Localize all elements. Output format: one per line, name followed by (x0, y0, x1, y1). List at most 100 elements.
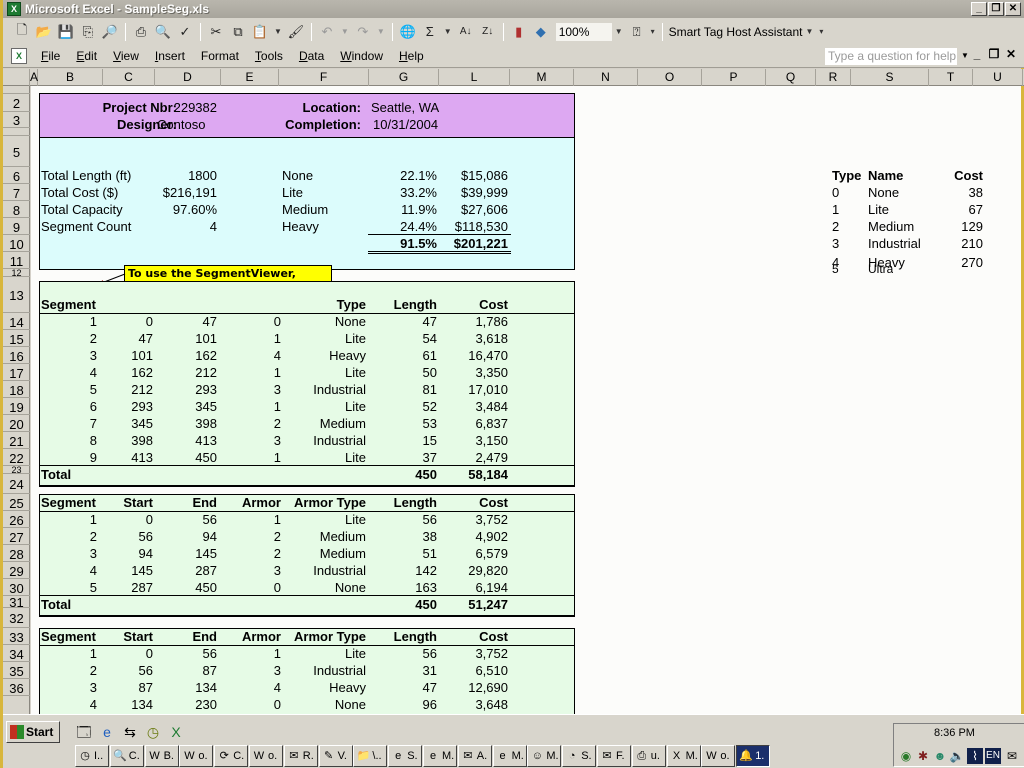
table-cell-length[interactable]: 163 (371, 579, 437, 596)
menu-help[interactable]: Help (391, 49, 432, 63)
excel-doc-icon[interactable]: X (167, 723, 185, 741)
column-header-t[interactable]: T (929, 69, 973, 86)
column-header-e[interactable]: E (221, 69, 279, 86)
taskbar-button-visio-app[interactable]: ✎ V. (318, 745, 353, 767)
mail-icon[interactable]: ✉ (1004, 748, 1020, 764)
table-cell-end[interactable]: 47 (161, 313, 217, 330)
toolbar-options-icon[interactable]: ▾ (819, 27, 823, 36)
table-cell-length[interactable]: 50 (371, 364, 437, 381)
table-cell-armor-type[interactable]: Medium (281, 528, 366, 545)
taskbar-button-sync-app[interactable]: ⟳ C. (214, 745, 249, 767)
lookup-cost[interactable] (931, 264, 983, 274)
menu-tools[interactable]: Tools (247, 49, 291, 63)
research-icon[interactable]: 🔎 (101, 23, 119, 41)
column-header-o[interactable]: O (638, 69, 702, 86)
lookup-type[interactable]: 3 (832, 235, 839, 252)
row-header[interactable]: 8 (3, 201, 30, 218)
row-header[interactable]: 17 (3, 364, 30, 381)
table-cell-segment[interactable]: 4 (41, 364, 97, 381)
table-cell-end[interactable]: 450 (161, 449, 217, 466)
open-icon[interactable]: 📂 (35, 23, 53, 41)
table-cell-cost[interactable]: 6,510 (441, 662, 508, 679)
table-cell-cost[interactable]: 17,010 (441, 381, 508, 398)
lookup-name[interactable]: Industrial (868, 235, 921, 252)
smart-tag-host-assistant[interactable]: Smart Tag Host Assistant (669, 25, 803, 39)
table-cell-start[interactable]: 134 (91, 696, 153, 713)
table-cell-armor-type[interactable]: None (281, 313, 366, 330)
table-cell-segment[interactable]: 4 (41, 696, 97, 713)
table-cell-segment[interactable]: 1 (41, 511, 97, 528)
select-all-corner[interactable] (3, 69, 30, 86)
row-header[interactable]: 14 (3, 313, 30, 330)
table-cell-end[interactable]: 345 (161, 398, 217, 415)
row-header[interactable]: 19 (3, 398, 30, 415)
armor-percent[interactable]: 24.4% (371, 218, 437, 235)
armor-percent[interactable]: 11.9% (371, 201, 437, 218)
armor-cost[interactable]: $15,086 (441, 167, 508, 184)
workbook-close-button[interactable]: ✕ (1003, 48, 1019, 63)
network-icon[interactable]: ◉ (898, 748, 914, 764)
taskbar-button-word-doc[interactable]: Wo. (179, 745, 214, 767)
new-icon[interactable]: 🗋 (13, 22, 31, 41)
table-cell-armor[interactable]: 3 (231, 432, 281, 449)
row-header[interactable]: 10 (3, 235, 30, 252)
clock-icon[interactable]: ◷ (144, 723, 162, 741)
table-cell-cost[interactable]: 3,150 (441, 432, 508, 449)
table-cell-start[interactable]: 56 (91, 528, 153, 545)
table-cell-segment[interactable]: 2 (41, 330, 97, 347)
table-cell-end[interactable]: 87 (161, 662, 217, 679)
menu-window[interactable]: Window (332, 49, 391, 63)
table-cell-armor[interactable]: 1 (231, 449, 281, 466)
lookup-cost[interactable]: 210 (931, 235, 983, 252)
table-cell-armor[interactable]: 1 (231, 364, 281, 381)
spelling-icon[interactable]: ✓ (176, 23, 194, 41)
row-header[interactable]: 5 (3, 136, 30, 167)
language-icon[interactable]: EN (985, 748, 1001, 764)
table-cell-armor-type[interactable]: Industrial (281, 562, 366, 579)
column-header-d[interactable]: D (155, 69, 221, 86)
table-cell-segment[interactable]: 2 (41, 662, 97, 679)
smart-tag-dropdown-icon[interactable]: ▼ (805, 27, 813, 36)
workbook-restore-button[interactable]: ❐ (986, 48, 1002, 63)
table-cell-armor[interactable]: 0 (231, 313, 281, 330)
row-header[interactable]: 35 (3, 662, 30, 679)
table-cell-length[interactable]: 56 (371, 645, 437, 662)
row-header[interactable]: 18 (3, 381, 30, 398)
table-cell-end[interactable]: 413 (161, 432, 217, 449)
table-cell-segment[interactable]: 3 (41, 545, 97, 562)
permission-icon[interactable]: ⎘ (79, 23, 97, 41)
table-cell-end[interactable]: 230 (161, 696, 217, 713)
project-nbr-value[interactable]: 229382 (161, 99, 217, 116)
location-value[interactable]: Seattle, WA (371, 99, 439, 116)
table-cell-armor[interactable]: 0 (231, 696, 281, 713)
table-cell-segment[interactable]: 8 (41, 432, 97, 449)
table-cell-start[interactable]: 287 (91, 579, 153, 596)
completion-value[interactable]: 10/31/2004 (373, 116, 438, 133)
table-cell-cost[interactable]: 16,470 (441, 347, 508, 364)
menu-view[interactable]: View (105, 49, 147, 63)
table-cell-length[interactable]: 51 (371, 545, 437, 562)
taskbar-button-search-app[interactable]: 🔍 C. (109, 745, 144, 767)
lookup-type[interactable]: 2 (832, 218, 839, 235)
row-header[interactable]: 28 (3, 545, 30, 562)
table-cell-start[interactable]: 398 (91, 432, 153, 449)
table-cell-armor-type[interactable]: Lite (281, 364, 366, 381)
row-header[interactable]: 12 (3, 269, 30, 277)
outlook-icon[interactable]: ⇆ (121, 723, 139, 741)
table-cell-end[interactable]: 94 (161, 528, 217, 545)
taskbar-button-reminder-app[interactable]: 🔔 1. (736, 745, 771, 767)
taskbar-button-mail-app[interactable]: ✉ A. (457, 745, 492, 767)
cut-icon[interactable]: ✂ (207, 23, 225, 41)
armor-cost[interactable]: $39,999 (441, 184, 508, 201)
lookup-name[interactable]: Lite (868, 201, 889, 218)
table-cell-segment[interactable]: 4 (41, 562, 97, 579)
save-icon[interactable]: 💾 (57, 23, 75, 41)
table-cell-start[interactable]: 47 (91, 330, 153, 347)
performance-icon[interactable]: ⌇ (967, 748, 983, 764)
table-cell-length[interactable]: 56 (371, 511, 437, 528)
table-cell-length[interactable]: 15 (371, 432, 437, 449)
table-cell-armor[interactable]: 3 (231, 562, 281, 579)
column-header-r[interactable]: R (816, 69, 851, 86)
table-cell-cost[interactable]: 3,484 (441, 398, 508, 415)
row-header[interactable]: 30 (3, 579, 30, 596)
